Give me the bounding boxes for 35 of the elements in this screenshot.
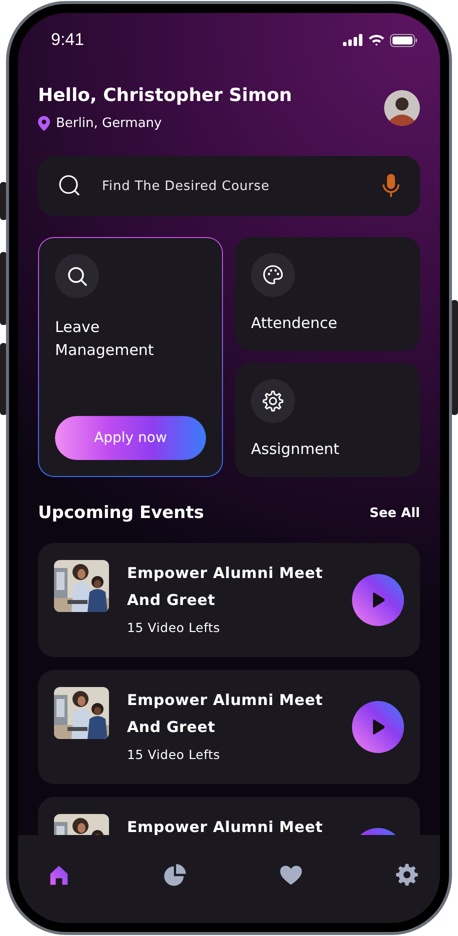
location-pin-icon [38,116,50,131]
feature-card[interactable]: Leave Management Apply now [38,237,223,477]
apply-button[interactable]: Apply now [55,416,206,460]
card-title: Assignment [251,439,340,460]
event-card[interactable]: Empower Alumni Meet And Greet 15 Video Lefts [38,543,420,657]
pie-chart-icon[interactable] [162,862,188,888]
play-button[interactable] [352,574,404,626]
event-subtitle: 15 Video Lefts [127,620,222,635]
gear-icon [251,379,295,423]
search-input[interactable]: Find The Desired Course [100,178,364,194]
feature-card[interactable]: Assignment [235,363,420,477]
status-time: 9:41 [51,30,84,50]
palette-icon [251,253,295,297]
settings-icon[interactable] [394,862,420,888]
battery-icon [390,34,418,46]
card-title: Attendence [251,313,338,334]
event-title: Empower Alumni Meet [127,817,324,835]
event-card[interactable]: Empower Alumni Meet [38,797,420,835]
avatar[interactable] [384,90,420,126]
event-title: Empower Alumni Meet And Greet [127,563,324,611]
signal-icon [343,34,363,46]
event-card[interactable]: Empower Alumni Meet And Greet 15 Video Lefts [38,670,420,784]
search-icon [58,174,82,198]
event-title: Empower Alumni Meet And Greet [127,690,324,738]
see-all-link[interactable]: See All [370,506,420,520]
search-icon [55,254,99,298]
greeting: Hello, Christopher Simon [38,85,292,106]
wifi-icon [368,34,385,46]
microphone-icon[interactable] [382,174,400,198]
card-title: Leave Management [55,317,155,361]
location-text: Berlin, Germany [56,116,162,131]
event-subtitle: 15 Video Lefts [127,747,222,762]
section-title: Upcoming Events [38,503,204,523]
play-button[interactable] [352,701,404,753]
feature-card[interactable]: Attendence [235,237,420,351]
